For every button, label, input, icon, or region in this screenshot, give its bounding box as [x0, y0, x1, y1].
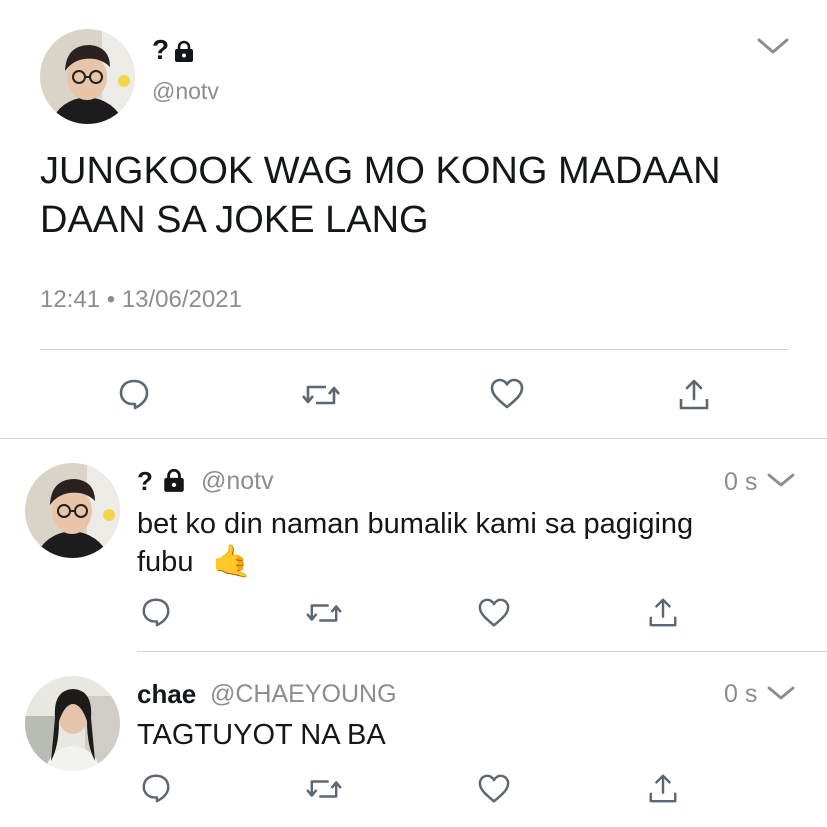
retweet-icon[interactable]	[306, 774, 342, 804]
reply-text-line1: bet ko din naman bumalik kami sa pagigin…	[137, 508, 694, 540]
share-icon[interactable]	[677, 377, 711, 411]
avatar[interactable]	[40, 29, 135, 124]
chevron-down-icon[interactable]	[766, 470, 796, 490]
handle[interactable]: @notv	[152, 77, 219, 105]
reply-text-line1: TAGTUYOT NA BA	[137, 719, 386, 751]
reply-icon[interactable]	[140, 596, 172, 628]
reply-text-line2: fubu	[137, 546, 194, 578]
avatar[interactable]	[25, 676, 120, 771]
handle[interactable]: @CHAEYOUNG	[210, 679, 397, 709]
avatar[interactable]	[25, 463, 120, 558]
handle[interactable]: @notv	[201, 466, 274, 496]
divider	[0, 438, 827, 439]
display-name[interactable]: chae	[137, 678, 196, 710]
share-icon[interactable]	[647, 596, 679, 628]
reply-icon[interactable]	[140, 772, 172, 804]
like-icon[interactable]	[489, 377, 525, 411]
chevron-down-icon[interactable]	[766, 683, 796, 703]
chevron-down-icon[interactable]	[756, 36, 790, 56]
display-name[interactable]: ?	[137, 465, 153, 497]
reply-time: 0 s	[724, 680, 758, 708]
tweet-text-line1: JUNGKOOK WAG MO KONG MADAAN	[40, 150, 721, 192]
share-icon[interactable]	[647, 772, 679, 804]
reply-icon[interactable]	[117, 377, 151, 411]
lock-icon	[172, 39, 196, 63]
reply-time: 0 s	[724, 468, 758, 496]
timestamp[interactable]: 12:41 • 13/06/2021	[40, 285, 242, 315]
tweet-text-line2: DAAN SA JOKE LANG	[40, 199, 429, 241]
retweet-icon[interactable]	[302, 379, 340, 411]
divider	[40, 349, 788, 350]
call-me-hand-emoji: 🤙	[212, 543, 252, 579]
retweet-icon[interactable]	[306, 598, 342, 628]
like-icon[interactable]	[477, 597, 511, 629]
like-icon[interactable]	[477, 773, 511, 805]
lock-icon	[161, 467, 187, 493]
divider	[137, 651, 827, 652]
display-name[interactable]: ?	[152, 34, 169, 66]
